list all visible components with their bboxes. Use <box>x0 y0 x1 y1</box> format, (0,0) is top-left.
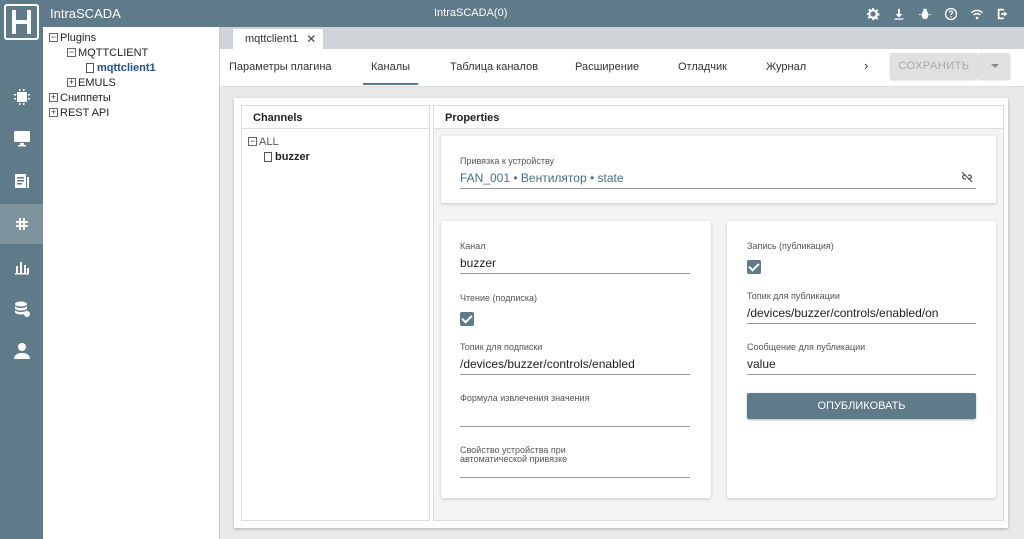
tree-node-emuls[interactable]: + EMULS <box>43 75 219 90</box>
write-checkbox[interactable] <box>747 260 761 274</box>
device-binding-card: Привязка к устройству FAN_001 • Вентилят… <box>441 136 996 203</box>
tree-label: MQTTCLIENT <box>78 46 149 59</box>
tree-label: buzzer <box>275 150 310 163</box>
file-icon <box>86 62 94 73</box>
tree-node-snippets[interactable]: + Сниппеты <box>43 90 219 105</box>
auto-prop-field[interactable] <box>460 477 690 478</box>
expand-icon[interactable]: + <box>49 108 58 117</box>
tree-label: Сниппеты <box>60 91 111 104</box>
channel-node-all[interactable]: − ALL <box>248 134 423 149</box>
formula-label: Формула извлечения значения <box>460 393 590 403</box>
doc-tab-label: mqttclient1 <box>245 33 299 45</box>
tree-label: ALL <box>259 135 279 148</box>
channels-panel: Channels − ALL buzzer <box>241 105 430 521</box>
collapse-icon[interactable]: − <box>49 33 58 42</box>
file-icon <box>264 151 272 162</box>
chevron-right-icon[interactable]: › <box>864 58 868 73</box>
close-icon[interactable]: ✕ <box>306 32 316 46</box>
publish-button[interactable]: ОПУБЛИКОВАТЬ <box>747 393 976 419</box>
expand-icon[interactable]: + <box>49 93 58 102</box>
plugin-tree: − Plugins − MQTTCLIENT mqttclient1 + EMU… <box>43 27 220 539</box>
tab-channels[interactable]: Каналы <box>362 61 419 85</box>
channels-title: Channels <box>242 106 429 129</box>
chip-icon[interactable] <box>0 77 43 117</box>
write-label: Запись (публикация) <box>747 241 834 251</box>
device-binding-field[interactable]: FAN_001 • Вентилятор • state <box>460 171 976 189</box>
channels-editor: Channels − ALL buzzer Properties Привязк… <box>234 98 1008 528</box>
top-bar: IntraSCADA IntraSCADA(0) <box>43 0 1024 27</box>
gear-icon[interactable] <box>860 5 886 23</box>
doc-tab-mqttclient1[interactable]: mqttclient1 ✕ <box>233 29 323 49</box>
tree-label: EMULS <box>78 76 116 89</box>
tree-node-mqttclient[interactable]: − MQTTCLIENT <box>43 45 219 60</box>
publish-topic-label: Топик для публикации <box>747 291 840 301</box>
tree-label: REST API <box>60 106 110 119</box>
tab-extension[interactable]: Расширение <box>575 61 639 73</box>
chart-icon[interactable] <box>0 247 43 287</box>
tree-label: Plugins <box>60 31 97 44</box>
properties-title: Properties <box>434 106 1003 129</box>
subscribe-topic-label: Топик для подписки <box>460 342 543 352</box>
app-name: IntraSCADA <box>50 6 121 21</box>
collapse-icon[interactable]: − <box>67 48 76 57</box>
channel-label: Канал <box>460 241 486 251</box>
help-icon[interactable] <box>938 5 964 23</box>
tab-journal[interactable]: Журнал <box>766 61 806 73</box>
chevron-down-icon[interactable] <box>979 53 1010 79</box>
auto-prop-label-2: автоматической привязке <box>460 454 568 464</box>
logout-icon[interactable] <box>990 5 1016 23</box>
properties-panel: Properties Привязка к устройству FAN_001… <box>433 105 1004 521</box>
channel-node-buzzer[interactable]: buzzer <box>248 149 423 164</box>
unlink-icon[interactable] <box>960 170 974 184</box>
tree-node-plugins[interactable]: − Plugins <box>43 30 219 45</box>
subscribe-topic-field[interactable]: /devices/buzzer/controls/enabled <box>460 357 690 375</box>
download-icon[interactable] <box>886 5 912 23</box>
publish-message-field[interactable]: value <box>747 357 976 375</box>
read-checkbox[interactable] <box>460 312 474 326</box>
monitor-icon[interactable] <box>0 118 43 158</box>
channel-field[interactable]: buzzer <box>460 256 690 274</box>
tab-channel-table[interactable]: Таблица каналов <box>450 61 538 73</box>
tab-plugin-params[interactable]: Параметры плагина <box>229 61 332 73</box>
wifi-icon[interactable] <box>964 5 990 23</box>
document-icon[interactable] <box>0 161 43 201</box>
user-icon[interactable] <box>0 331 43 371</box>
write-settings-card: Запись (публикация) Топик для публикации… <box>727 221 996 498</box>
left-rail <box>0 0 43 539</box>
plugins-icon[interactable] <box>0 204 43 244</box>
tab-debugger[interactable]: Отладчик <box>678 61 727 73</box>
database-icon[interactable] <box>0 289 43 329</box>
device-binding-label: Привязка к устройству <box>460 156 555 166</box>
bug-icon[interactable] <box>912 5 938 23</box>
app-logo <box>4 4 39 40</box>
tree-node-mqttclient1[interactable]: mqttclient1 <box>43 60 219 75</box>
collapse-icon[interactable]: − <box>248 137 257 146</box>
save-button[interactable]: СОХРАНИТЬ <box>890 53 978 79</box>
window-title: IntraSCADA(0) <box>434 7 508 19</box>
document-tabbar: mqttclient1 ✕ <box>220 27 1024 49</box>
tree-label: mqttclient1 <box>97 61 156 74</box>
tree-node-rest-api[interactable]: + REST API <box>43 105 219 120</box>
read-settings-card: Канал buzzer Чтение (подписка) Топик для… <box>441 221 711 498</box>
publish-message-label: Сообщение для публикации <box>747 342 866 352</box>
main-area: mqttclient1 ✕ Параметры плагина Каналы Т… <box>220 27 1024 539</box>
expand-icon[interactable]: + <box>67 78 76 87</box>
publish-topic-field[interactable]: /devices/buzzer/controls/enabled/on <box>747 306 976 324</box>
plugin-tabs: Параметры плагина Каналы Таблица каналов… <box>220 49 1024 87</box>
formula-field[interactable] <box>460 426 690 427</box>
read-label: Чтение (подписка) <box>460 293 537 303</box>
